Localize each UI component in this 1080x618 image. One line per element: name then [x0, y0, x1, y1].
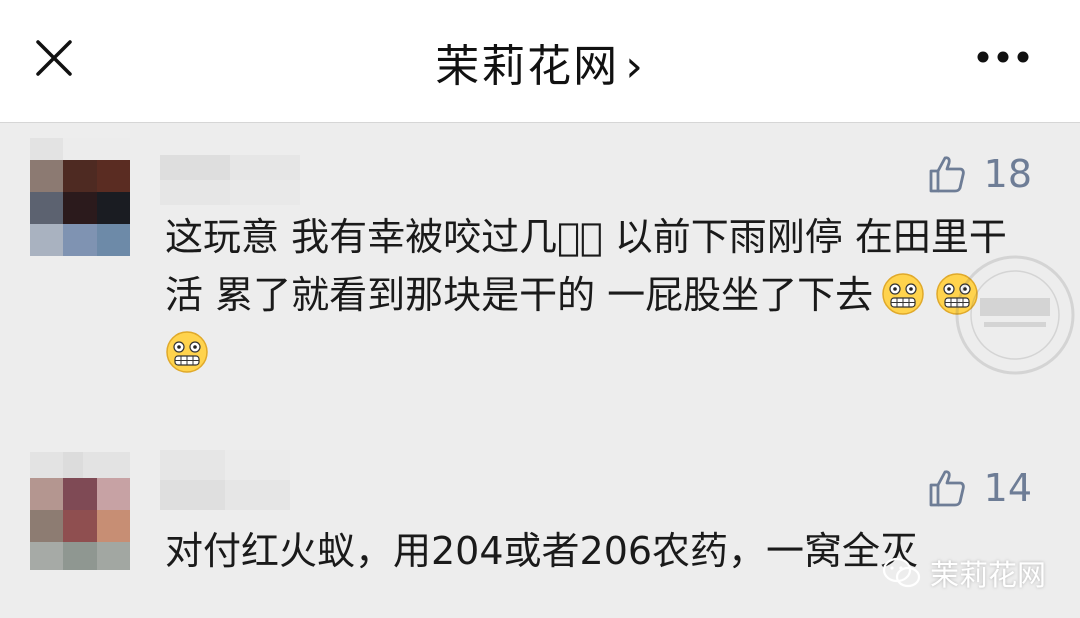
more-icon[interactable]	[976, 50, 1030, 64]
like-count: 14	[983, 466, 1032, 510]
grimace-emoji-icon	[882, 273, 924, 315]
like-button[interactable]: 18	[926, 152, 1032, 196]
wechat-icon	[882, 557, 921, 588]
avatar[interactable]	[30, 138, 130, 256]
thumbs-up-icon	[929, 470, 965, 507]
watermark-label: 茉莉花网	[882, 552, 1046, 594]
nickname-blurred[interactable]	[160, 155, 300, 205]
watermark-seal	[955, 255, 1075, 375]
like-count: 18	[983, 152, 1032, 196]
nickname-blurred[interactable]	[160, 450, 290, 510]
comment-text: 这玩意 我有幸被咬过几次ͦ 以前下雨刚停 在田里干活 累了就看到那块是干的 一屁…	[165, 208, 1035, 382]
chevron-right-icon: ›	[625, 41, 645, 92]
avatar[interactable]	[30, 452, 130, 570]
comment-body: 对付红火蚁，用204或者206农药，一窝全灭	[165, 529, 919, 573]
watermark-text: 茉莉花网	[929, 558, 1046, 592]
like-button[interactable]: 14	[926, 466, 1032, 510]
account-name: 茉莉花网	[435, 41, 620, 92]
account-title[interactable]: 茉莉花网 ›	[0, 30, 1080, 94]
thumbs-up-icon	[929, 156, 965, 193]
top-bar: 茉莉花网 ›	[0, 0, 1080, 123]
grimace-emoji-icon	[166, 331, 208, 373]
